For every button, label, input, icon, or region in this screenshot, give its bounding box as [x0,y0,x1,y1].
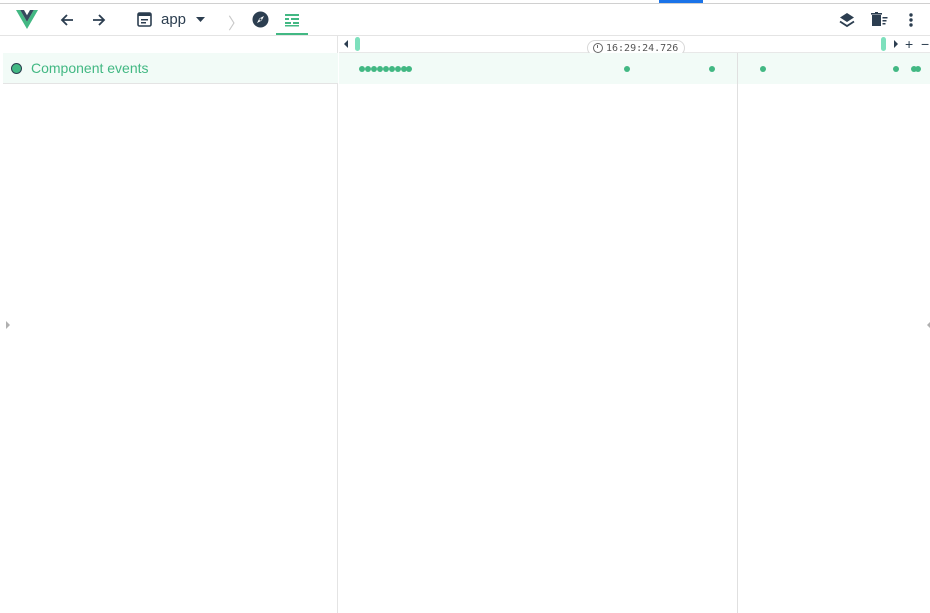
layer-row-component-events[interactable]: Component events [3,53,338,84]
active-tab-underline [276,33,308,35]
timeline-ruler: 16:29:24.726 + − [339,36,930,56]
caret-down-icon [196,17,205,23]
event-marker[interactable] [406,66,412,72]
scroll-right-arrow[interactable] [894,40,898,48]
vue-logo-icon [13,4,41,35]
breadcrumb-separator: 〉 [228,16,245,33]
cursor-time: 16:29:24.726 [606,42,679,54]
scroll-left-arrow[interactable] [344,40,348,48]
timeline-icon [284,13,300,27]
app-name: app [161,11,187,28]
layer-label: Component events [31,60,149,76]
app-selector[interactable]: app [132,4,212,35]
layers-panel-header [3,36,337,54]
event-marker[interactable] [709,66,715,72]
forward-button[interactable] [86,4,112,35]
time-cursor-line [737,53,738,613]
zoom-out-button[interactable]: − [921,36,929,52]
layers-button[interactable] [834,4,860,35]
range-end-handle[interactable] [881,37,886,51]
clock-icon [593,43,603,53]
layer-color-dot [11,62,22,74]
layers-panel: Component events [3,36,338,613]
event-marker[interactable] [893,66,899,72]
arrow-left-icon [59,12,75,28]
event-marker[interactable] [915,66,921,72]
range-start-handle[interactable] [355,37,360,51]
clear-icon [870,12,888,27]
collapse-left-arrow[interactable] [6,321,10,329]
app-window-icon [137,12,152,27]
back-button[interactable] [54,4,80,35]
event-marker[interactable] [624,66,630,72]
zoom-in-button[interactable]: + [905,36,913,52]
component-events-track [339,53,930,84]
tab-inspector[interactable] [247,4,273,35]
event-marker[interactable] [760,66,766,72]
timeline-panel: 16:29:24.726 + − [339,36,930,613]
layers-icon [839,12,855,28]
devtools-toolbar: app 〉 [0,4,930,36]
arrow-right-icon [91,12,107,28]
more-button[interactable] [899,4,923,35]
browser-tab-indicator [659,0,703,3]
tab-timeline[interactable] [278,4,306,35]
clear-button[interactable] [866,4,892,35]
more-vert-icon [909,12,913,27]
compass-icon [252,11,269,28]
